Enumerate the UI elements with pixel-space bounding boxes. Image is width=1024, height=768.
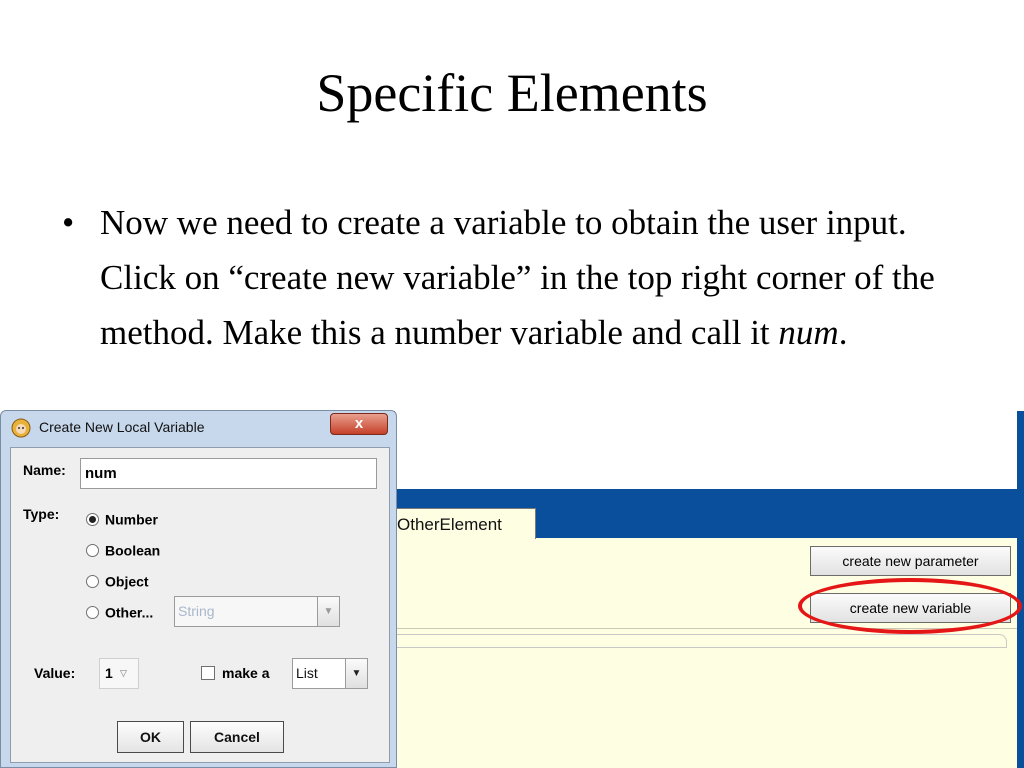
radio-icon[interactable] xyxy=(86,543,99,557)
ok-button[interactable]: OK xyxy=(117,721,184,753)
radio-icon[interactable] xyxy=(86,605,99,619)
cancel-button[interactable]: Cancel xyxy=(190,721,284,753)
tab-other-element[interactable]: OtherElement xyxy=(390,508,536,539)
bullet-text: Now we need to create a variable to obta… xyxy=(100,195,972,360)
type-label: Type: xyxy=(23,506,60,522)
radio-icon[interactable] xyxy=(86,574,99,588)
app-header-panel xyxy=(395,411,1017,489)
radio-number[interactable]: Number xyxy=(86,510,158,530)
radio-other[interactable]: Other... xyxy=(86,603,153,623)
chevron-down-icon[interactable]: ▼ xyxy=(317,597,339,626)
bullet-end: . xyxy=(838,313,848,352)
collection-type-value: List xyxy=(296,665,318,681)
other-type-dropdown[interactable]: String ▼ xyxy=(174,596,340,627)
bullet-dot: • xyxy=(62,203,75,242)
value-label: Value: xyxy=(34,665,76,681)
slide-title: Specific Elements xyxy=(316,63,708,123)
value-dropdown[interactable]: 1 ▽ xyxy=(99,658,139,689)
radio-boolean[interactable]: Boolean xyxy=(86,541,160,561)
name-label: Name: xyxy=(23,462,66,478)
value-value: 1 xyxy=(105,665,113,681)
other-type-value: String xyxy=(178,603,215,619)
chevron-down-icon[interactable]: ▽ xyxy=(120,659,127,688)
make-a-checkbox[interactable] xyxy=(201,666,215,680)
dialog-body: Name: num Type: Number Boolean Object Ot… xyxy=(10,447,390,763)
highlight-circle xyxy=(798,578,1022,634)
bullet-paragraph: • Now we need to create a variable to ob… xyxy=(62,195,972,360)
radio-object[interactable]: Object xyxy=(86,572,149,592)
name-input[interactable]: num xyxy=(80,458,377,489)
dialog-title: Create New Local Variable xyxy=(39,419,205,435)
dialog-titlebar[interactable]: Create New Local Variable x xyxy=(1,411,396,443)
alice-icon xyxy=(11,418,31,438)
create-variable-dialog: Create New Local Variable x Name: num Ty… xyxy=(0,410,397,768)
radio-selected-icon[interactable] xyxy=(86,512,99,526)
bullet-emphasis: num xyxy=(778,313,839,352)
editor-statement-area xyxy=(395,634,1007,648)
close-button[interactable]: x xyxy=(330,413,388,435)
chevron-down-icon[interactable]: ▼ xyxy=(345,659,367,688)
create-new-parameter-button[interactable]: create new parameter xyxy=(810,546,1011,576)
make-a-label: make a xyxy=(222,665,270,681)
collection-type-dropdown[interactable]: List ▼ xyxy=(292,658,368,689)
